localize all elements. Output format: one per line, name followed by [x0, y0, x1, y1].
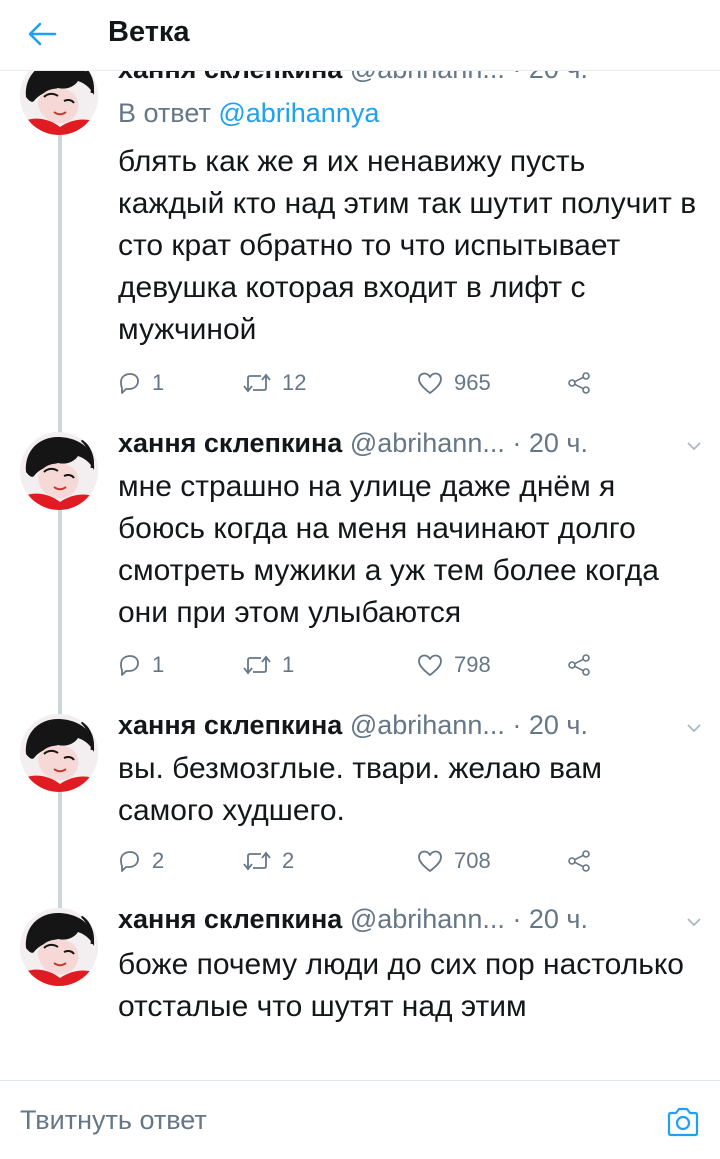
reply-button[interactable]: 1 — [116, 368, 164, 398]
top-bar: Ветка — [0, 0, 720, 71]
tweet-text: блять как же я их ненавижу пусть каждый … — [118, 145, 697, 346]
retweet-button[interactable]: 2 — [242, 846, 294, 876]
retweet-button[interactable]: 12 — [242, 368, 306, 398]
like-count: 965 — [454, 370, 491, 395]
camera-button[interactable] — [666, 1107, 700, 1137]
tweet-menu-button[interactable] — [684, 436, 704, 456]
user-name[interactable]: хання склепкина — [118, 710, 342, 740]
tweet-header: хання склепкина @abrihann... · 20 ч. — [118, 428, 588, 458]
chevron-down-icon — [684, 436, 704, 456]
like-icon — [416, 370, 444, 396]
avatar[interactable] — [20, 432, 98, 510]
reply-icon — [116, 652, 142, 678]
retweet-icon — [242, 370, 272, 396]
user-name[interactable]: хання склепкина — [118, 428, 342, 458]
like-count: 798 — [454, 652, 491, 677]
tweet-text: вы. безмозглые. твари. желаю вам самого … — [118, 752, 603, 827]
user-handle: @abrihann... — [349, 428, 505, 458]
like-icon — [416, 652, 444, 678]
user-handle: @abrihann... — [349, 710, 505, 740]
chevron-down-icon — [684, 718, 704, 738]
retweet-icon — [242, 652, 272, 678]
tweet-time: 20 ч. — [528, 710, 588, 740]
reply-context: В ответ @abrihannya — [118, 98, 379, 129]
user-name[interactable]: хання склепкина — [118, 904, 342, 934]
like-icon — [416, 848, 444, 874]
tweet[interactable]: хання склепкина @abrihann... · 20 ч. мне… — [0, 410, 720, 700]
reply-mention-link[interactable]: @abrihannya — [218, 98, 379, 128]
share-button[interactable] — [566, 846, 602, 876]
tweet-actions: 1 1 798 — [116, 650, 616, 680]
like-count: 708 — [454, 848, 491, 873]
reply-button[interactable]: 2 — [116, 846, 164, 876]
back-arrow-icon — [28, 22, 57, 46]
tweet-text: боже почему люди до сих пор настолько от… — [118, 948, 684, 1023]
tweet-menu-button[interactable] — [684, 718, 704, 738]
share-icon — [566, 370, 592, 396]
chevron-down-icon — [684, 912, 704, 932]
retweet-count: 12 — [282, 370, 307, 395]
retweet-icon — [242, 848, 272, 874]
tweet[interactable]: хання склепкина @abrihann... · 20 ч. бож… — [0, 890, 720, 1080]
reply-label: В ответ — [118, 98, 211, 128]
reply-icon — [116, 848, 142, 874]
like-button[interactable]: 708 — [416, 846, 491, 876]
back-button[interactable] — [20, 14, 64, 54]
tweet-menu-button[interactable] — [684, 912, 704, 932]
retweet-count: 2 — [282, 848, 295, 873]
reply-count: 1 — [152, 370, 165, 395]
reply-icon — [116, 370, 142, 396]
tweet-header: хання склепкина @abrihann... · 20 ч. — [118, 710, 588, 740]
tweet-time: 20 ч. — [528, 428, 588, 458]
reply-count: 2 — [152, 848, 165, 873]
reply-count: 1 — [152, 652, 165, 677]
reply-input[interactable]: Твитнуть ответ — [20, 1105, 207, 1136]
tweet-actions: 2 2 708 — [116, 846, 616, 876]
avatar[interactable] — [20, 908, 98, 986]
avatar[interactable] — [20, 714, 98, 792]
share-button[interactable] — [566, 650, 602, 680]
user-handle: @abrihann... — [349, 904, 505, 934]
share-button[interactable] — [566, 368, 602, 398]
tweet-text: мне страшно на улице даже днём я боюсь к… — [118, 470, 659, 629]
like-button[interactable]: 798 — [416, 650, 491, 680]
page-title: Ветка — [108, 16, 190, 48]
like-button[interactable]: 965 — [416, 368, 491, 398]
tweet-time: 20 ч. — [528, 904, 588, 934]
reply-compose-bar: Твитнуть ответ — [0, 1080, 720, 1159]
retweet-button[interactable]: 1 — [242, 650, 294, 680]
retweet-count: 1 — [282, 652, 295, 677]
share-icon — [566, 848, 592, 874]
share-icon — [566, 652, 592, 678]
reply-button[interactable]: 1 — [116, 650, 164, 680]
tweet[interactable]: хання склепкина @abrihann... · 20 ч. вы.… — [0, 700, 720, 890]
tweet-actions: 1 12 965 — [116, 368, 616, 398]
camera-icon — [667, 1107, 699, 1137]
tweet-header: хання склепкина @abrihann... · 20 ч. — [118, 904, 588, 934]
